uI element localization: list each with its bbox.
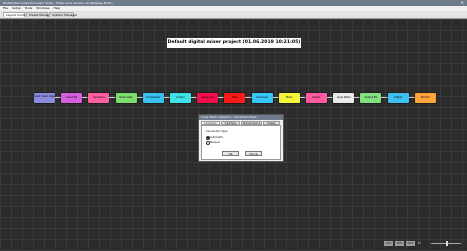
radio-automatic-label: Automatic (210, 135, 224, 139)
cancel-button[interactable]: Cancel (245, 151, 262, 156)
connection-line (245, 97, 252, 98)
connection-line (272, 97, 279, 98)
tab-layout-control[interactable]: Layout Control (3, 12, 28, 17)
connection-line (136, 97, 143, 98)
project-title: Default digital mixer project (01.06.201… (167, 38, 301, 48)
zoom-slider-thumb[interactable] (446, 241, 448, 246)
processing-node[interactable]: Insert EQ (61, 93, 83, 103)
zoom-fit-label: Fit (418, 242, 421, 245)
processing-node[interactable]: Mute (224, 93, 246, 103)
processing-node[interactable]: Monitor (414, 93, 436, 103)
zoom-150-button[interactable]: 150% (395, 241, 404, 246)
processing-node[interactable]: Dynamics (88, 93, 110, 103)
processing-node[interactable]: Delay Line (197, 93, 219, 103)
tab-bar: Layout Control Preset Manager System Man… (0, 11, 467, 19)
window-title: Distributed Audio Processor Suite - Mixe… (3, 1, 113, 5)
processing-node[interactable]: Level Meter (333, 93, 355, 103)
connection-line (381, 97, 388, 98)
connection-line (109, 97, 116, 98)
radio-manual-label: Manual (210, 140, 220, 144)
close-icon[interactable]: ✕ (461, 0, 464, 5)
processing-node[interactable]: Mixer (278, 93, 300, 103)
processing-node[interactable]: Input / Gain Adjust (34, 93, 55, 103)
zoom-200-button[interactable]: 200% (406, 241, 415, 246)
processing-node[interactable]: Output (387, 93, 409, 103)
processing-node[interactable]: Compressor (142, 93, 164, 103)
connection-dialog: Cross Check / Selection - Connection Mod… (198, 114, 284, 162)
processing-node[interactable]: Router (306, 93, 327, 103)
dialog-title: Cross Check / Selection - Connection Mod… (199, 115, 283, 120)
tab-preset-manager[interactable]: Preset Manager (26, 12, 52, 17)
ok-button[interactable]: OK (222, 151, 239, 156)
processing-node[interactable]: Limiter (170, 93, 191, 103)
connection-type-heading: Connection Type (206, 130, 228, 133)
tab-system-manager[interactable]: System Manager (49, 12, 77, 17)
connection-line (408, 97, 415, 98)
processing-node[interactable]: Noise Gate (115, 93, 137, 103)
processing-node[interactable]: Crossover (251, 93, 273, 103)
dialog-panel: Connection Type Automatic Manual OK Canc… (201, 125, 281, 160)
zoom-100-button[interactable]: 100% (384, 241, 393, 246)
processing-node[interactable]: Output EQ (360, 93, 382, 103)
